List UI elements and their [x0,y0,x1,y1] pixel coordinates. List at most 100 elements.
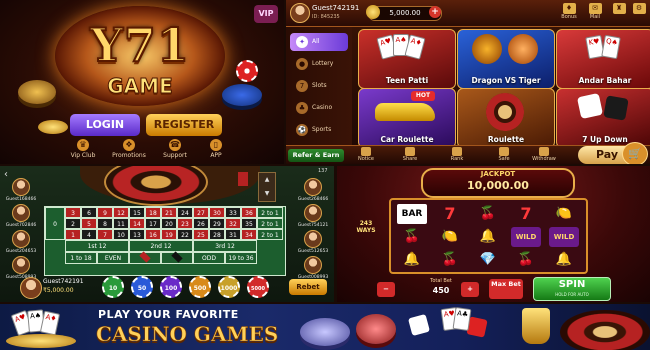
mail-label: Mail [589,14,601,20]
bet-number-28[interactable]: 28 [209,229,225,240]
game-tile-roulette[interactable]: Roulette [457,88,555,148]
player-seat[interactable]: Guest702846 [4,204,38,228]
category-slots[interactable]: 7 Slots [290,77,348,95]
bet-red[interactable] [129,251,161,264]
category-all[interactable]: ✦ All [290,33,348,51]
bet-number-7[interactable]: 7 [97,229,113,240]
bet-number-34[interactable]: 34 [241,229,257,240]
increase-bet-button[interactable]: + [461,282,479,297]
vip-badge[interactable]: VIP [254,5,278,23]
game-tile-dragon-vs-tiger[interactable]: Dragon VS Tiger [457,29,555,89]
bet-number-9[interactable]: 9 [97,207,113,218]
user-name: Guest742191 [312,4,360,12]
bet-number-29[interactable]: 29 [209,218,225,229]
nav-withdraw[interactable]: Withdraw [526,147,562,162]
bet-dozen-1[interactable]: 1st 12 [65,240,129,252]
bet-odd[interactable]: ODD [193,252,225,264]
bet-dozen-3[interactable]: 3rd 12 [193,240,257,252]
bonus-button[interactable]: ♦ Bonus [556,3,582,20]
nav-share[interactable]: Share [392,147,428,162]
bet-number-12[interactable]: 12 [113,207,129,218]
player-seat[interactable]: Guest512653 [296,230,330,254]
bet-column-mid[interactable]: 2 to 1 [257,218,283,229]
player-seat[interactable]: Guest204653 [4,230,38,254]
bet-number-26[interactable]: 26 [193,218,209,229]
bet-number-4[interactable]: 4 [81,229,97,240]
player-seat[interactable]: Guest754121 [296,204,330,228]
game-tile-teen-patti[interactable]: A♥ A♠ A♦ Teen Patti [358,29,456,89]
chip-5000[interactable]: 5000 [247,276,269,298]
settings-button[interactable]: ⚙ [626,3,650,14]
bet-number-19[interactable]: 19 [161,229,177,240]
refer-earn-button[interactable]: Refer & Earn [288,149,344,162]
bet-number-13[interactable]: 13 [129,229,145,240]
mail-button[interactable]: ✉ Mail [582,3,608,20]
bet-1-to-18[interactable]: 1 to 18 [65,252,97,264]
bet-number-11[interactable]: 11 [113,218,129,229]
bet-number-20[interactable]: 20 [161,218,177,229]
bet-number-14[interactable]: 14 [129,218,145,229]
bet-column-top[interactable]: 2 to 1 [257,207,283,218]
bet-number-16[interactable]: 16 [145,229,161,240]
bet-number-2[interactable]: 2 [65,218,81,229]
category-sports[interactable]: ⚽ Sports [290,121,348,139]
bet-column-bottom[interactable]: 2 to 1 [257,229,283,240]
chip-100[interactable]: 100 [160,276,182,298]
bet-number-18[interactable]: 18 [145,207,161,218]
bet-dozen-2[interactable]: 2nd 12 [129,240,193,252]
game-tile-andar-bahar[interactable]: K♥ Q♠ Andar Bahar [556,29,650,89]
category-casino[interactable]: ♣ Casino [290,99,348,117]
nav-safe[interactable]: Safe [486,147,522,162]
player-seat[interactable]: Guest008993 [296,256,330,280]
bet-number-31[interactable]: 31 [225,229,241,240]
nav-vip-club[interactable]: ♛ Vip Club [58,139,108,159]
bet-black[interactable] [161,251,193,264]
avatar[interactable] [290,3,310,23]
chip-10[interactable]: 10 [102,276,124,298]
bet-number-27[interactable]: 27 [193,207,209,218]
bet-number-3[interactable]: 3 [65,207,81,218]
bet-zero[interactable]: 0 [45,207,65,240]
bet-even[interactable]: EVEN [97,252,129,264]
chip-1000[interactable]: 1000 [218,276,240,298]
bet-number-17[interactable]: 17 [145,218,161,229]
max-bet-button[interactable]: Max Bet [489,279,523,299]
login-button[interactable]: LOGIN [70,114,140,136]
bet-number-35[interactable]: 35 [241,218,257,229]
game-tile-7-up-down[interactable]: 7 Up Down [556,88,650,148]
nav-promotions[interactable]: ❖ Promotions [104,139,154,159]
bet-number-33[interactable]: 33 [225,207,241,218]
spin-button[interactable]: SPIN HOLD FOR AUTO [533,277,611,301]
my-avatar[interactable] [20,277,42,299]
player-seat[interactable]: Guest168466 [4,178,38,202]
bet-number-36[interactable]: 36 [241,207,257,218]
bet-number-6[interactable]: 6 [81,207,97,218]
decrease-bet-button[interactable]: − [377,282,395,297]
nav-rank[interactable]: Rank [439,147,475,162]
player-seat[interactable]: Guest268466 [296,178,330,202]
rebet-button[interactable]: Rebet [289,279,327,295]
chip-50[interactable]: 50 [131,276,153,298]
bet-number-15[interactable]: 15 [129,207,145,218]
bet-number-5[interactable]: 5 [81,218,97,229]
bet-number-22[interactable]: 22 [177,229,193,240]
bet-number-10[interactable]: 10 [113,229,129,240]
bet-number-30[interactable]: 30 [209,207,225,218]
history-panel[interactable]: ▲ ▼ [258,172,276,202]
nav-notice[interactable]: Notice [348,147,384,162]
bet-number-24[interactable]: 24 [177,207,193,218]
register-button[interactable]: REGISTER [146,114,222,136]
bet-number-23[interactable]: 23 [177,218,193,229]
add-funds-button[interactable]: + [429,6,441,18]
bet-number-8[interactable]: 8 [97,218,113,229]
bet-number-25[interactable]: 25 [193,229,209,240]
chip-500[interactable]: 500 [189,276,211,298]
game-tile-car-roulette[interactable]: HOT Car Roulette [358,88,456,148]
category-lottery[interactable]: ● Lottery [290,55,348,73]
cart-icon[interactable]: 🛒 [622,142,648,164]
nav-app[interactable]: ▯ APP [191,139,241,159]
bet-number-21[interactable]: 21 [161,207,177,218]
bet-number-1[interactable]: 1 [65,229,81,240]
bet-number-32[interactable]: 32 [225,218,241,229]
bet-19-to-36[interactable]: 19 to 36 [225,252,257,264]
